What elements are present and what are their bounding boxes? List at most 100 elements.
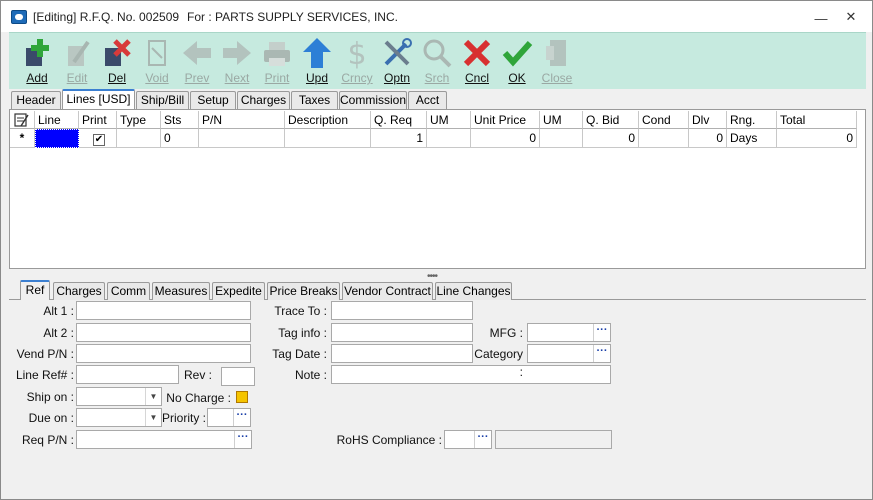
del-button[interactable]: Del [97, 36, 137, 88]
mfg-input[interactable]: ··· [527, 323, 611, 342]
no-charge-checkbox[interactable] [236, 391, 248, 403]
subtab-vendor-contract[interactable]: Vendor Contract [342, 282, 433, 300]
mfg-label: MFG : [489, 326, 523, 340]
priority-input[interactable]: ··· [207, 408, 251, 427]
ellipsis-icon[interactable]: ··· [593, 345, 610, 362]
arrow-up-icon [303, 38, 331, 68]
tag-date-input[interactable] [331, 344, 473, 363]
col-dlv[interactable]: Dlv [689, 111, 727, 129]
subtab-line-changes[interactable]: Line Changes [435, 282, 512, 300]
edit-button[interactable]: Edit [57, 36, 97, 88]
print-button[interactable]: Print [257, 36, 297, 88]
crncy-label: Crncy [341, 71, 373, 85]
col-q-bid[interactable]: Q. Bid [583, 111, 639, 129]
rohs-input[interactable]: ··· [444, 430, 492, 449]
category-input[interactable]: ··· [527, 344, 611, 363]
tag-info-input[interactable] [331, 323, 473, 342]
delete-icon [105, 39, 131, 66]
cell-q-bid[interactable]: 0 [583, 129, 639, 148]
col-line[interactable]: Line [35, 111, 79, 129]
col-description[interactable]: Description [285, 111, 371, 129]
tab-taxes[interactable]: Taxes [291, 91, 338, 109]
col-pn[interactable]: P/N [199, 111, 285, 129]
cell-cond[interactable] [639, 129, 689, 148]
tab-ship-bill[interactable]: Ship/Bill [136, 91, 189, 109]
ship-on-dropdown[interactable]: ▼ [76, 387, 162, 406]
tab-acct[interactable]: Acct [408, 91, 447, 109]
void-button[interactable]: Void [137, 36, 177, 88]
void-icon [148, 40, 166, 66]
dollar-icon: $ [347, 37, 366, 70]
void-label: Void [145, 71, 169, 85]
subtab-price-breaks[interactable]: Price Breaks [267, 282, 340, 300]
col-q-req[interactable]: Q. Req [371, 111, 427, 129]
cell-description[interactable] [285, 129, 371, 148]
col-print[interactable]: Print [79, 111, 117, 129]
close-button[interactable]: Close [537, 36, 577, 88]
cell-dlv[interactable]: 0 [689, 129, 727, 148]
cell-rng[interactable]: Days [727, 129, 777, 148]
rfq-window: [Editing] R.F.Q. No. 002509 For : PARTS … [0, 0, 873, 500]
cell-q-req[interactable]: 1 [371, 129, 427, 148]
cell-unit-price[interactable]: 0 [471, 129, 540, 148]
next-button[interactable]: Next [217, 36, 257, 88]
print-checkbox[interactable]: ✔ [93, 134, 105, 146]
door-icon [546, 40, 566, 66]
subtab-comm[interactable]: Comm [107, 282, 150, 300]
col-type[interactable]: Type [117, 111, 161, 129]
cell-print[interactable]: ✔ [79, 129, 117, 148]
subtab-measures[interactable]: Measures [152, 282, 210, 300]
subtab-expedite[interactable]: Expedite [212, 282, 265, 300]
col-total[interactable]: Total [777, 111, 857, 129]
vend-pn-input[interactable] [76, 344, 251, 363]
col-sts[interactable]: Sts [161, 111, 199, 129]
next-label: Next [224, 71, 250, 85]
tab-lines[interactable]: Lines [USD] [62, 89, 135, 110]
alt1-input[interactable] [76, 301, 251, 320]
upd-button[interactable]: Upd [297, 36, 337, 88]
alt2-input[interactable] [76, 323, 251, 342]
minimize-button[interactable]: — [811, 11, 831, 27]
cncl-button[interactable]: Cncl [457, 36, 497, 88]
prev-button[interactable]: Prev [177, 36, 217, 88]
col-unit-price[interactable]: Unit Price [471, 111, 540, 129]
tab-header[interactable]: Header [11, 91, 61, 109]
rev-input[interactable] [221, 367, 255, 386]
col-um[interactable]: UM [427, 111, 471, 129]
subtab-charges[interactable]: Charges [53, 282, 105, 300]
cell-type[interactable] [117, 129, 161, 148]
ellipsis-icon[interactable]: ··· [593, 324, 610, 341]
col-rng[interactable]: Rng. [727, 111, 777, 129]
tag-info-label: Tag info : [278, 326, 327, 340]
srch-button[interactable]: Srch [417, 36, 457, 88]
notepad-icon [14, 113, 29, 127]
cell-line[interactable] [35, 129, 79, 148]
tab-charges[interactable]: Charges [237, 91, 290, 109]
req-pn-input[interactable]: ··· [76, 430, 252, 449]
rohs-description [495, 430, 612, 449]
col-cond[interactable]: Cond [639, 111, 689, 129]
tab-commission[interactable]: Commission [339, 91, 407, 109]
ellipsis-icon[interactable]: ··· [233, 409, 250, 426]
line-ref-input[interactable] [76, 365, 179, 384]
cell-sts[interactable]: 0 [161, 129, 199, 148]
due-on-dropdown[interactable]: ▼ [76, 408, 162, 427]
ok-button[interactable]: OK [497, 36, 537, 88]
close-window-button[interactable]: ✕ [841, 9, 861, 25]
tab-setup[interactable]: Setup [190, 91, 236, 109]
cell-um[interactable] [427, 129, 471, 148]
cell-um-2[interactable] [540, 129, 583, 148]
col-um-2[interactable]: UM [540, 111, 583, 129]
ellipsis-icon[interactable]: ··· [474, 431, 491, 448]
grid-corner[interactable] [10, 111, 35, 129]
ok-label: OK [508, 71, 526, 85]
trace-to-input[interactable] [331, 301, 473, 320]
cell-pn[interactable] [199, 129, 285, 148]
subtab-ref[interactable]: Ref [20, 280, 50, 301]
ellipsis-icon[interactable]: ··· [234, 431, 251, 448]
optn-button[interactable]: Optn [377, 36, 417, 88]
crncy-button[interactable]: $ Crncy [337, 36, 377, 88]
note-input[interactable] [331, 365, 611, 384]
add-button[interactable]: Add [17, 36, 57, 88]
cell-total[interactable]: 0 [777, 129, 857, 148]
